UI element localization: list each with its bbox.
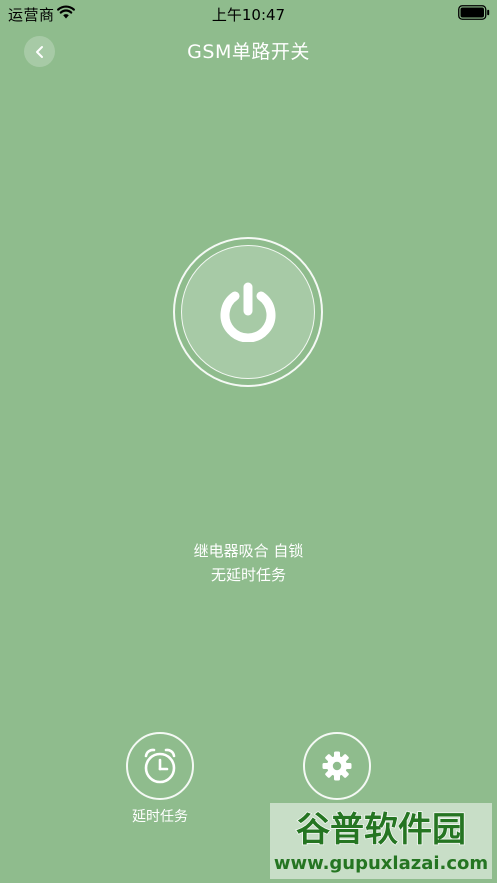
settings-button[interactable]	[303, 732, 371, 800]
power-toggle-inner[interactable]	[181, 245, 315, 379]
battery-icon	[458, 5, 490, 20]
power-icon	[220, 282, 276, 342]
watermark-brand: 谷普软件园	[296, 810, 466, 850]
status-time: 上午10:47	[211, 6, 286, 24]
site-watermark: 谷普软件园 www.gupuxlazai.com	[270, 803, 492, 879]
status-bar: 运营商 上午10:47	[0, 0, 497, 26]
page-title: GSM单路开关	[187, 41, 310, 63]
delay-task-status-text: 无延时任务	[210, 566, 286, 584]
delay-task-label: 延时任务	[132, 809, 188, 825]
alarm-clock-icon	[144, 748, 176, 784]
gear-icon	[322, 751, 352, 781]
watermark-url: www.gupuxlazai.com	[274, 853, 488, 874]
delay-task-button[interactable]	[126, 732, 194, 800]
relay-status-text: 继电器吸合 自锁	[193, 542, 304, 560]
app-screen: 运营商 上午10:47 GSM单路开关 继电器吸合 自锁 无延时任务 延时任务 …	[0, 0, 497, 883]
